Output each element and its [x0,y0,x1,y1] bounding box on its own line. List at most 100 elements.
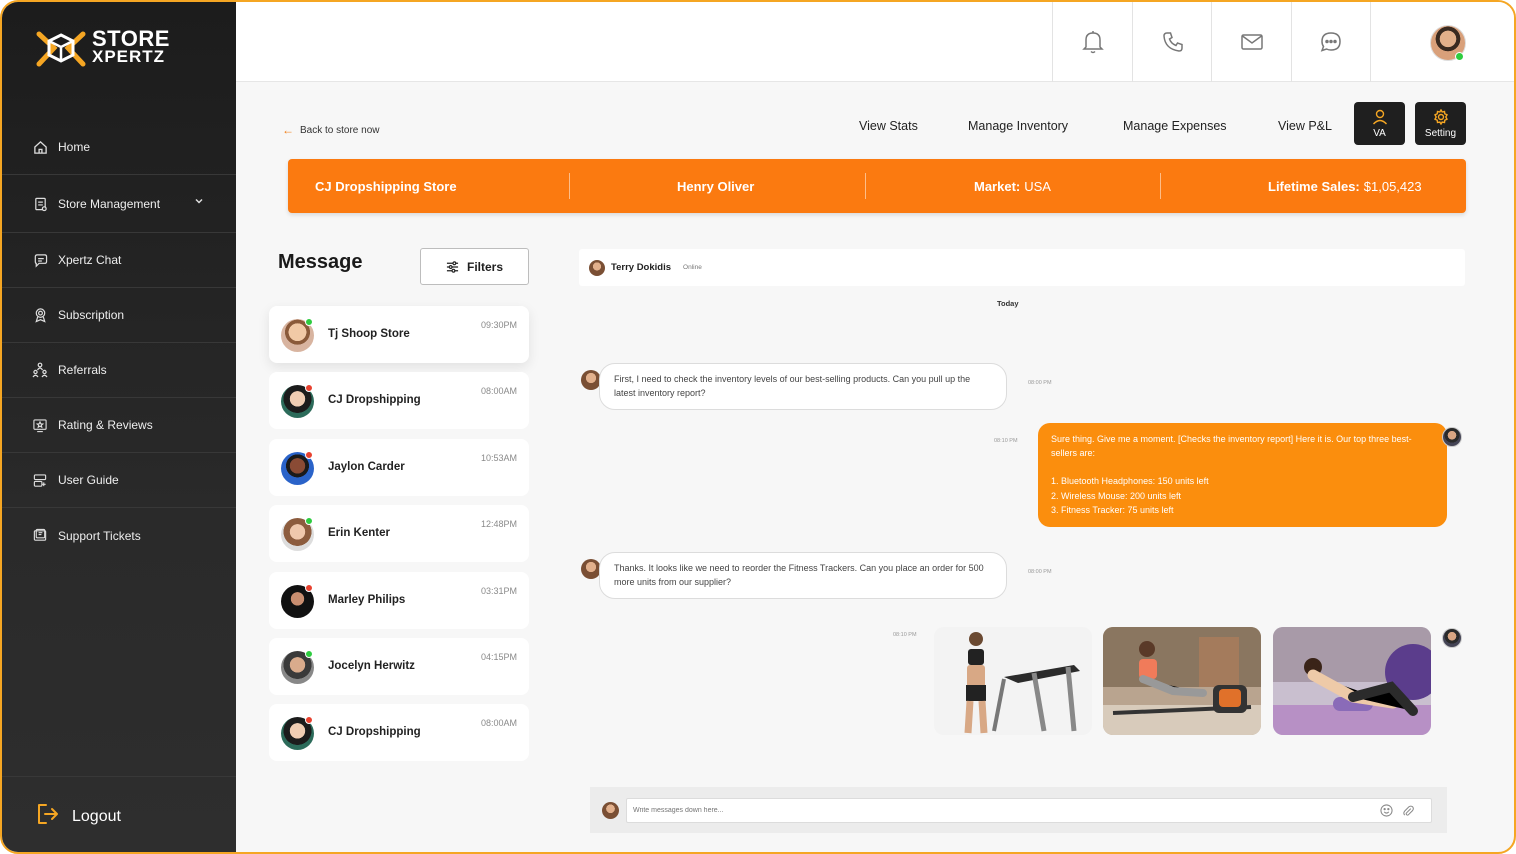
filters-button[interactable]: Filters [420,248,529,285]
message-line: 2. Wireless Mouse: 200 units left [1051,490,1182,501]
status-dot [305,451,313,459]
sidebar-item-label: Support Tickets [58,528,141,543]
sidebar-item-label: Referrals [58,363,107,377]
logout-button[interactable]: Logout [2,776,236,852]
banner-store-name: CJ Dropshipping Store [315,178,457,194]
view-pl-link[interactable]: View P&L [1278,119,1332,133]
conversation-name: Marley Philips [328,594,406,606]
message-line: 3. Fitness Tracker: 75 units left [1051,504,1174,515]
guide-icon [32,472,48,488]
sidebar-item-referrals[interactable]: Referrals [2,343,236,398]
logout-icon [36,803,60,830]
sidebar-item-store-management[interactable]: Store Management [2,175,236,233]
chat-icon [32,252,48,268]
logo-mark-icon [36,28,86,68]
sidebar-item-home[interactable]: Home [2,120,236,175]
message-time: 08:10 PM [893,632,917,638]
status-dot [305,517,313,525]
sliders-icon [446,260,459,273]
rowing-machine-photo[interactable] [1103,627,1261,735]
view-stats-link[interactable]: View Stats [859,119,918,133]
message-line: 1. Bluetooth Headphones: 150 units left [1051,476,1209,487]
sidebar-item-xpertz-chat[interactable]: Xpertz Chat [2,233,236,288]
message-time: 08:00 PM [1028,380,1052,386]
banner-market-label: Market: [974,178,1021,194]
conversation-name: CJ Dropshipping [328,394,421,406]
user-icon [1372,109,1387,124]
contact-status: Online [683,264,702,271]
conversation-name: Jaylon Carder [328,461,405,473]
foam-roller-photo[interactable] [1273,627,1431,735]
sidebar-item-support-tickets[interactable]: Support Tickets [2,508,236,563]
sidebar-item-label: Rating & Reviews [58,418,153,432]
chat-header: Terry Dokidis Online [579,249,1465,286]
message-line: Sure thing. Give me a moment. [Checks th… [1051,434,1412,459]
back-link-label: Back to store now [300,124,380,136]
message-time: 08:00 PM [1028,569,1052,575]
va-label: VA [1373,127,1386,139]
conversation-name: Tj Shoop Store [328,328,410,340]
sidebar-item-rating-reviews[interactable]: Rating & Reviews [2,398,236,453]
status-dot [305,716,313,724]
sidebar-item-subscription[interactable]: Subscription [2,288,236,343]
star-icon [32,417,48,433]
sidebar-item-label: Xpertz Chat [58,253,122,267]
messages-title: Message [278,251,363,273]
sidebar-item-user-guide[interactable]: User Guide [2,453,236,508]
message-bubble-incoming: First, I need to check the inventory lev… [599,363,1007,410]
sidebar-item-label: Subscription [58,308,125,322]
messages-button[interactable] [1291,2,1371,82]
sidebar-item-label: Home [58,140,91,154]
avatar [581,370,601,390]
message-time: 08:10 PM [994,438,1018,444]
message-composer [590,787,1447,833]
call-button[interactable] [1132,2,1212,82]
banner-market-value: USA [1024,178,1051,194]
banner-market: Market: USA [974,159,1051,213]
status-dot [305,318,313,326]
conversation-item[interactable]: Marley Philips 03:31PM [269,572,529,629]
sidebar-item-label: Store Management [58,196,161,211]
sidebar-nav: Home Store Management Xpertz Chat Subscr… [2,120,236,563]
notifications-button[interactable] [1052,2,1132,82]
logo-line2: XPERTZ [92,47,166,66]
manage-inventory-link[interactable]: Manage Inventory [968,119,1068,133]
contact-name: Terry Dokidis [611,262,672,273]
va-button[interactable]: VA [1354,102,1405,145]
mail-button[interactable] [1211,2,1291,82]
app-window: STORE XPERTZ Home Store Management Xpert… [0,0,1516,854]
logo[interactable]: STORE XPERTZ [36,28,170,68]
award-icon [32,307,48,323]
referrals-icon [32,362,48,378]
bell-icon [1081,31,1104,54]
conversation-item[interactable]: Erin Kenter 12:48PM [269,505,529,562]
banner-lifetime-sales: Lifetime Sales: $1,05,423 [1268,159,1422,213]
paperclip-icon[interactable] [1402,804,1414,822]
treadmill-photo[interactable] [934,627,1092,735]
chevron-down-icon[interactable] [194,195,204,209]
sidebar: STORE XPERTZ Home Store Management Xpert… [2,2,236,852]
setting-label: Setting [1424,127,1457,139]
emoji-icon[interactable] [1380,804,1393,822]
filters-label: Filters [466,259,503,274]
conversation-item[interactable]: CJ Dropshipping 08:00AM [269,704,529,761]
message-input[interactable] [626,798,1432,823]
setting-button[interactable]: Setting [1415,102,1466,145]
manage-expenses-link[interactable]: Manage Expenses [1123,119,1227,133]
conversation-time: 10:53AM [480,453,517,463]
conversation-time: 09:30PM [480,320,517,330]
conversation-item[interactable]: Jaylon Carder 10:53AM [269,439,529,496]
avatar [602,802,619,819]
back-link[interactable]: ← Back to store now [282,123,379,137]
message-bubble-incoming: Thanks. It looks like we need to reorder… [599,552,1007,599]
conversation-item[interactable]: Tj Shoop Store 09:30PM [269,306,529,363]
conversation-item[interactable]: CJ Dropshipping 08:00AM [269,372,529,429]
contact-avatar [589,259,605,276]
online-status-dot [1455,52,1464,61]
arrow-left-icon: ← [282,123,294,137]
home-icon [32,139,48,155]
conversation-item[interactable]: Jocelyn Herwitz 04:15PM [269,638,529,695]
conversation-time: 04:15PM [480,652,517,662]
top-bar [236,2,1514,82]
avatar [1442,427,1462,447]
